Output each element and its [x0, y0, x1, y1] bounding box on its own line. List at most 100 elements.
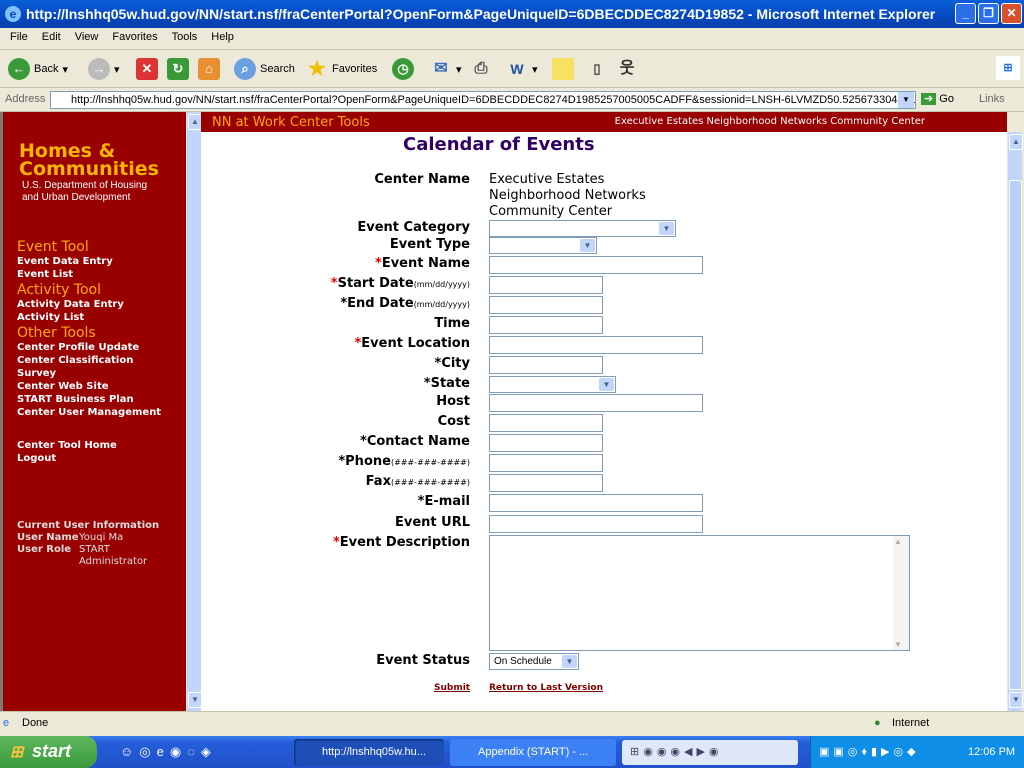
task-word-document[interactable]: Appendix (START) - ...: [450, 739, 616, 766]
submit-link[interactable]: Submit: [434, 683, 470, 693]
mail-button[interactable]: ✉ ▾: [430, 58, 461, 80]
address-input[interactable]: http://lnshhq05w.hud.gov/NN/start.nsf/fr…: [50, 91, 916, 109]
event-status-select[interactable]: On Schedule ▼: [489, 653, 579, 670]
close-button[interactable]: ✕: [1001, 3, 1022, 24]
link-center-profile-update[interactable]: Center Profile Update: [17, 342, 139, 353]
title-bar: e http://lnshhq05w.hud.gov/NN/start.nsf/…: [0, 0, 1024, 28]
sidebar-scrollbar[interactable]: ▲ ▼: [186, 112, 202, 711]
link-center-user-management[interactable]: Center User Management: [17, 407, 161, 418]
media-player-toolbar[interactable]: ⊞◉◉◉◀▶◉: [622, 740, 798, 765]
discuss-button[interactable]: [552, 58, 574, 80]
event-url-input[interactable]: [489, 515, 703, 533]
minimize-button[interactable]: _: [955, 3, 976, 24]
link-start-business-plan[interactable]: START Business Plan: [17, 394, 134, 405]
favorites-button[interactable]: ★ Favorites: [306, 58, 377, 80]
link-center-classification[interactable]: Center Classification: [17, 355, 133, 366]
back-button[interactable]: ← Back ▾: [8, 58, 68, 80]
scroll-up-arrow-icon[interactable]: ▲: [1009, 134, 1023, 150]
city-input[interactable]: [489, 356, 603, 374]
link-event-list[interactable]: Event List: [17, 269, 73, 280]
link-activity-list[interactable]: Activity List: [17, 312, 84, 323]
link-logout[interactable]: Logout: [17, 453, 56, 464]
printer-icon: ⎙: [474, 60, 488, 77]
history-button[interactable]: ◷: [392, 58, 414, 80]
link-center-tool-home[interactable]: Center Tool Home: [17, 440, 117, 451]
windows-logo-icon: ⊞: [996, 56, 1020, 80]
scroll-down-arrow-icon[interactable]: ▼: [894, 640, 902, 649]
star-icon: ★: [308, 58, 326, 80]
return-to-last-version-link[interactable]: Return to Last Version: [489, 683, 603, 693]
ie-icon: e: [5, 6, 21, 22]
event-category-select[interactable]: ▼: [489, 220, 676, 237]
scroll-up-arrow-icon[interactable]: ▲: [188, 114, 202, 130]
phone-input[interactable]: [489, 454, 603, 472]
menu-file[interactable]: File: [10, 31, 28, 43]
search-button[interactable]: ⌕ Search: [234, 58, 295, 80]
menu-tools[interactable]: Tools: [172, 31, 198, 43]
contact-name-input[interactable]: [489, 434, 603, 452]
menu-help[interactable]: Help: [211, 31, 234, 43]
edit-button[interactable]: W ▾: [506, 58, 537, 80]
section-activity-tool: Activity Tool: [17, 282, 101, 298]
research-button[interactable]: 웃: [616, 58, 638, 80]
event-location-input[interactable]: [489, 336, 703, 354]
event-name-label: *Event Name: [375, 256, 470, 271]
center-name-line-3: Community Center: [489, 204, 613, 219]
menu-favorites[interactable]: Favorites: [112, 31, 157, 43]
end-date-input[interactable]: [489, 296, 603, 314]
forward-button[interactable]: → ▾: [88, 58, 120, 80]
person-icon: 웃: [619, 60, 635, 77]
stop-button[interactable]: ✕: [136, 58, 158, 80]
host-label: Host: [436, 394, 470, 409]
task-ie-window[interactable]: http://lnshhq05w.hu...: [294, 739, 444, 766]
scroll-thumb[interactable]: [1009, 180, 1022, 690]
center-header-name: Executive Estates Neighborhood Networks …: [614, 116, 925, 127]
cost-input[interactable]: [489, 414, 603, 432]
back-arrow-icon: ←: [8, 58, 30, 80]
link-activity-data-entry[interactable]: Activity Data Entry: [17, 299, 124, 310]
event-name-input[interactable]: [489, 256, 703, 274]
email-input[interactable]: [489, 494, 703, 512]
links-button[interactable]: Links: [979, 93, 1005, 105]
quick-launch-icons[interactable]: ☺◎e◉◌◈: [120, 744, 217, 760]
address-dropdown[interactable]: ▼: [898, 92, 914, 108]
user-name-value: Youqi Ma: [79, 532, 124, 543]
scroll-down-arrow-icon[interactable]: ▼: [188, 692, 202, 708]
tools-title: NN at Work Center Tools: [212, 115, 370, 130]
time-input[interactable]: [489, 316, 603, 334]
note-icon: [552, 58, 574, 80]
window-title: http://lnshhq05w.hud.gov/NN/start.nsf/fr…: [26, 6, 936, 22]
clock: 12:06 PM: [968, 746, 1016, 758]
tray-icons[interactable]: ▣▣◎♦▮▶◎◆: [819, 745, 920, 758]
refresh-button[interactable]: ↻: [167, 58, 189, 80]
messenger-button[interactable]: ▯: [586, 58, 608, 80]
host-input[interactable]: [489, 394, 703, 412]
fax-input[interactable]: [489, 474, 603, 492]
menu-view[interactable]: View: [75, 31, 99, 43]
home-button[interactable]: ⌂: [198, 58, 220, 80]
status-text: Done: [22, 717, 49, 729]
link-survey[interactable]: Survey: [17, 368, 56, 379]
scroll-down-arrow-icon[interactable]: ▼: [1009, 692, 1023, 708]
menu-edit[interactable]: Edit: [42, 31, 61, 43]
refresh-icon: ↻: [167, 58, 189, 80]
end-date-label: *End Date(mm/dd/yyyy): [340, 296, 470, 311]
link-event-data-entry[interactable]: Event Data Entry: [17, 256, 113, 267]
history-icon: ◷: [392, 58, 414, 80]
link-center-web-site[interactable]: Center Web Site: [17, 381, 109, 392]
event-type-select[interactable]: ▼: [489, 237, 597, 254]
go-button[interactable]: ➔ Go: [921, 92, 954, 105]
start-button[interactable]: ⊞ start: [0, 736, 97, 768]
maximize-button[interactable]: ❐: [978, 3, 999, 24]
mail-icon: ✉: [434, 60, 448, 77]
state-select[interactable]: ▼: [489, 376, 616, 393]
main-scrollbar[interactable]: ▲ ▼: [1007, 132, 1023, 711]
scroll-up-arrow-icon[interactable]: ▲: [894, 537, 902, 546]
start-date-input[interactable]: [489, 276, 603, 294]
print-button[interactable]: ⎙: [470, 58, 492, 80]
taskbar: ⊞ start ☺◎e◉◌◈ http://lnshhq05w.hu... App…: [0, 736, 1024, 768]
start-date-label: *Start Date(mm/dd/yyyy): [330, 276, 470, 291]
event-description-textarea[interactable]: ▲ ▼: [489, 535, 910, 651]
textarea-scrollbar[interactable]: ▲ ▼: [893, 536, 909, 650]
time-label: Time: [434, 316, 470, 331]
